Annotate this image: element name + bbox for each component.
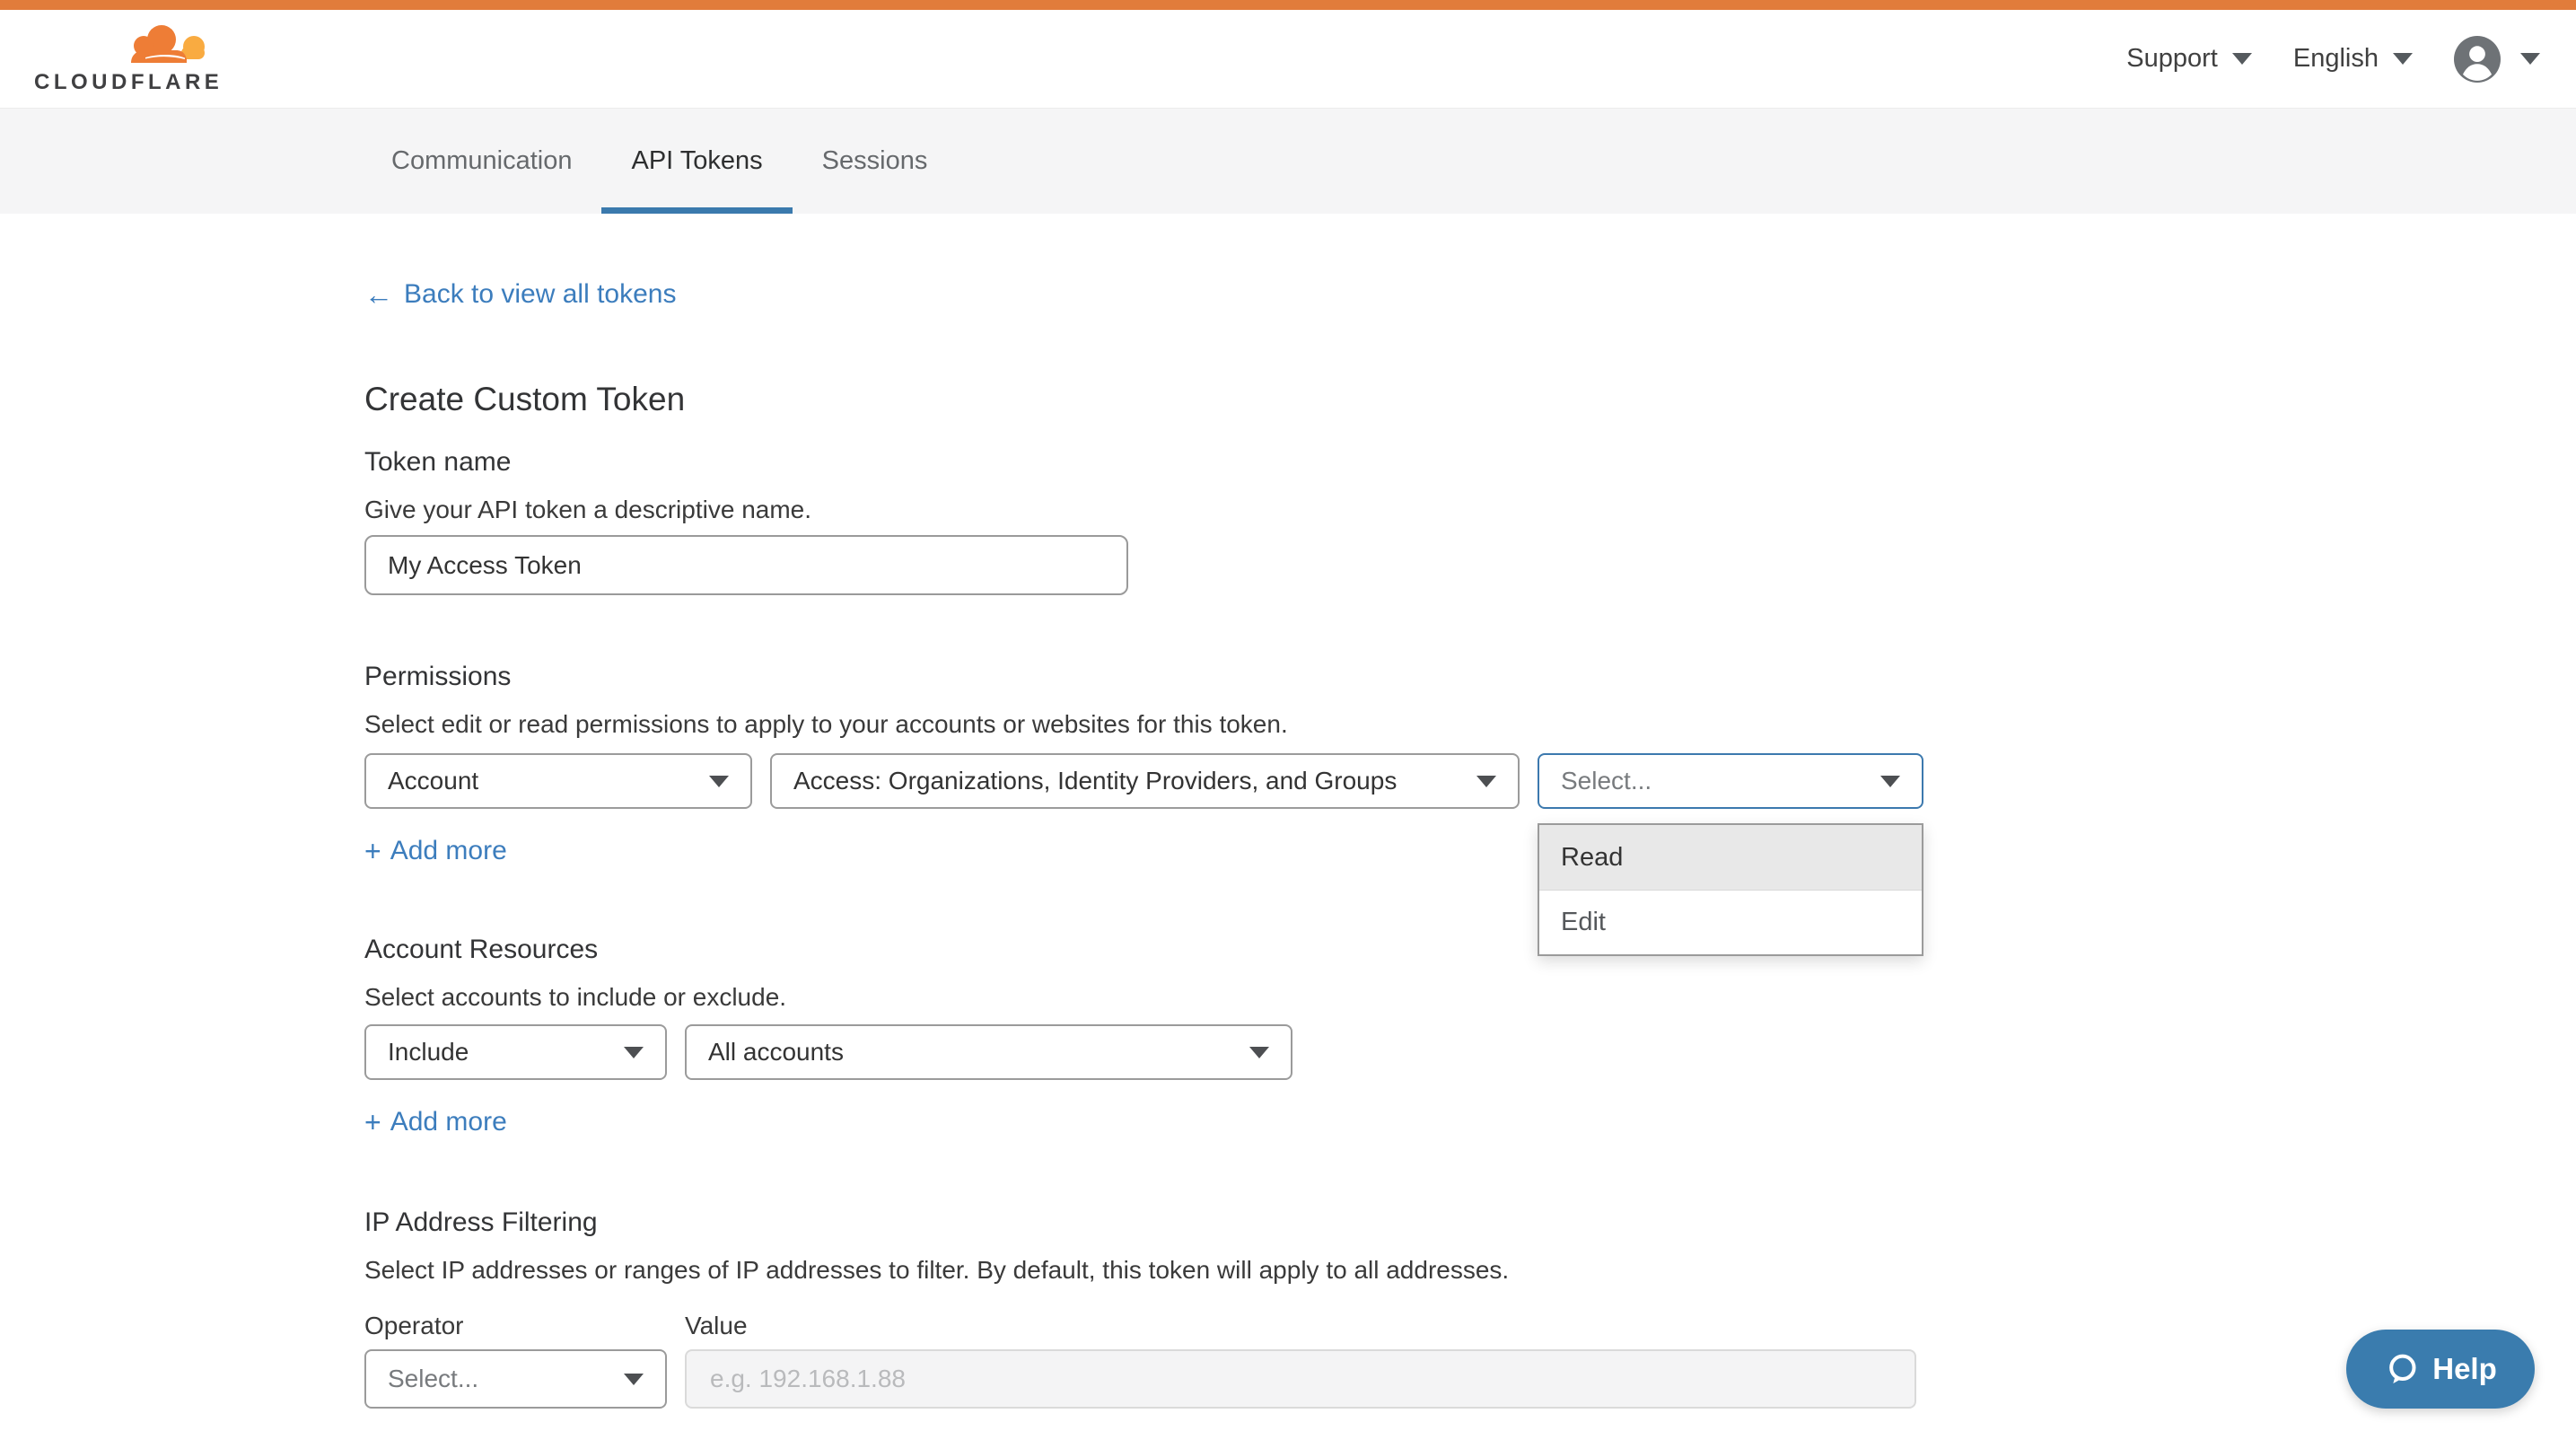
speech-bubble-icon	[2384, 1351, 2420, 1387]
permission-resource-value: Access: Organizations, Identity Provider…	[793, 767, 1397, 795]
tab-label: API Tokens	[631, 146, 762, 176]
tab-api-tokens[interactable]: API Tokens	[601, 109, 792, 214]
token-name-input[interactable]	[364, 535, 1128, 595]
ip-filtering-row: Select...	[364, 1349, 1926, 1409]
permission-scope-value: Account	[388, 767, 478, 795]
tab-sessions[interactable]: Sessions	[793, 109, 958, 214]
chevron-down-icon	[1249, 1047, 1269, 1058]
token-name-heading: Token name	[364, 447, 1926, 479]
plus-icon: +	[364, 837, 381, 865]
permission-level-placeholder: Select...	[1561, 767, 1652, 795]
token-name-description: Give your API token a descriptive name.	[364, 496, 1926, 526]
profile-tabbar: Communication API Tokens Sessions	[0, 109, 2576, 214]
main-content: ← Back to view all tokens Create Custom …	[364, 277, 1926, 1409]
account-mode-select[interactable]: Include	[364, 1024, 667, 1080]
chevron-down-icon	[624, 1374, 644, 1385]
ip-operator-select[interactable]: Select...	[364, 1349, 667, 1409]
back-to-tokens-link[interactable]: ← Back to view all tokens	[364, 277, 676, 312]
plus-icon: +	[364, 1108, 381, 1137]
tab-label: Sessions	[822, 146, 928, 176]
avatar-icon	[2454, 36, 2501, 83]
permissions-heading: Permissions	[364, 662, 1926, 694]
account-menu[interactable]	[2454, 36, 2540, 83]
value-label: Value	[685, 1312, 748, 1342]
cloudflare-cloud-icon	[115, 23, 218, 68]
permissions-row: Account Access: Organizations, Identity …	[364, 753, 1926, 809]
chevron-down-icon	[1476, 776, 1496, 787]
header-nav: Support English	[2126, 36, 2540, 83]
app-header: CLOUDFLARE Support English	[0, 10, 2576, 109]
menu-option-read[interactable]: Read	[1539, 825, 1922, 890]
menu-option-edit[interactable]: Edit	[1539, 890, 1922, 954]
help-button[interactable]: Help	[2346, 1330, 2535, 1409]
page-title: Create Custom Token	[364, 381, 1926, 422]
permissions-add-more-link[interactable]: + Add more	[364, 836, 507, 866]
chevron-down-icon	[624, 1047, 644, 1058]
ip-value-input[interactable]	[685, 1349, 1916, 1409]
chevron-down-icon	[709, 776, 729, 787]
back-link-label: Back to view all tokens	[404, 279, 676, 310]
ip-operator-placeholder: Select...	[388, 1365, 478, 1393]
active-tab-underline	[601, 207, 792, 214]
permission-scope-select[interactable]: Account	[364, 753, 752, 809]
account-mode-value: Include	[388, 1038, 469, 1067]
accounts-value: All accounts	[708, 1038, 844, 1067]
tab-communication[interactable]: Communication	[362, 109, 601, 214]
account-resources-add-more-link[interactable]: + Add more	[364, 1107, 507, 1137]
tab-label: Communication	[391, 146, 572, 176]
chevron-down-icon	[2232, 53, 2252, 65]
add-more-label: Add more	[390, 1107, 507, 1137]
chevron-down-icon	[1880, 776, 1900, 787]
permission-level-menu: Read Edit	[1538, 823, 1923, 956]
help-button-label: Help	[2432, 1352, 2497, 1386]
account-resources-row: Include All accounts	[364, 1024, 1926, 1080]
chevron-down-icon	[2393, 53, 2413, 65]
permission-level-select-wrap: Select... Read Edit	[1538, 753, 1923, 809]
accounts-select[interactable]: All accounts	[685, 1024, 1292, 1080]
top-accent-bar	[0, 0, 2576, 10]
language-menu[interactable]: English	[2293, 44, 2413, 74]
add-more-label: Add more	[390, 836, 507, 866]
support-menu-label: Support	[2126, 44, 2218, 74]
ip-filtering-labels-row: Operator Value	[364, 1312, 1926, 1342]
cloudflare-logo[interactable]: CLOUDFLARE	[34, 23, 223, 95]
chevron-down-icon	[2520, 53, 2540, 65]
support-menu[interactable]: Support	[2126, 44, 2252, 74]
brand-wordmark: CLOUDFLARE	[34, 70, 223, 95]
ip-filtering-heading: IP Address Filtering	[364, 1207, 1926, 1240]
ip-filtering-description: Select IP addresses or ranges of IP addr…	[364, 1256, 1926, 1286]
permission-resource-select[interactable]: Access: Organizations, Identity Provider…	[770, 753, 1520, 809]
language-menu-label: English	[2293, 44, 2379, 74]
permissions-description: Select edit or read permissions to apply…	[364, 710, 1926, 741]
back-arrow-icon: ←	[364, 280, 393, 309]
permission-level-select[interactable]: Select...	[1538, 753, 1923, 809]
operator-label: Operator	[364, 1312, 667, 1342]
account-resources-description: Select accounts to include or exclude.	[364, 983, 1926, 1014]
